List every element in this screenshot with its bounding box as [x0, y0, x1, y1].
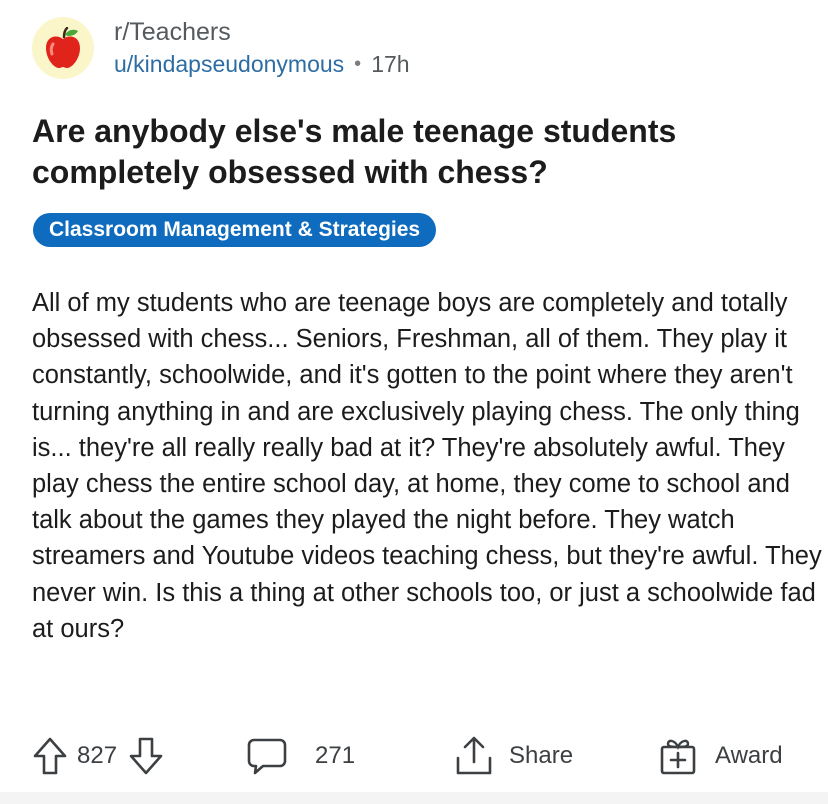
footer-divider: [0, 792, 828, 804]
post-actions-bar: 827 271 Share Award: [0, 728, 828, 784]
share-button[interactable]: Share: [455, 728, 573, 784]
post-title: Are anybody else's male teenage students…: [32, 113, 677, 190]
subreddit-avatar[interactable]: [32, 17, 94, 79]
speech-bubble-icon: [247, 738, 287, 775]
vote-group: 827: [33, 728, 163, 784]
share-icon: [456, 736, 492, 775]
upvote-count: 827: [77, 742, 118, 769]
award-label: Award: [715, 742, 783, 769]
post-timestamp: 17h: [371, 51, 410, 77]
post-header: r/Teachers u/kindapseudonymous • 17h: [32, 16, 410, 80]
post-flair[interactable]: Classroom Management & Strategies: [33, 213, 437, 247]
separator-dot: •: [354, 53, 362, 75]
arrow-down-icon[interactable]: [129, 737, 163, 775]
subreddit-name[interactable]: r/Teachers: [114, 17, 410, 47]
comment-count: 271: [315, 742, 356, 769]
author-link[interactable]: u/kindapseudonymous: [114, 49, 344, 79]
gift-icon: [660, 739, 696, 775]
comments-button[interactable]: 271: [247, 728, 355, 784]
share-label: Share: [509, 742, 574, 769]
apple-icon: [46, 27, 80, 68]
arrow-up-icon[interactable]: [33, 737, 67, 775]
post-body: All of my students who are teenage boys …: [32, 289, 822, 643]
award-button[interactable]: Award: [659, 728, 783, 784]
